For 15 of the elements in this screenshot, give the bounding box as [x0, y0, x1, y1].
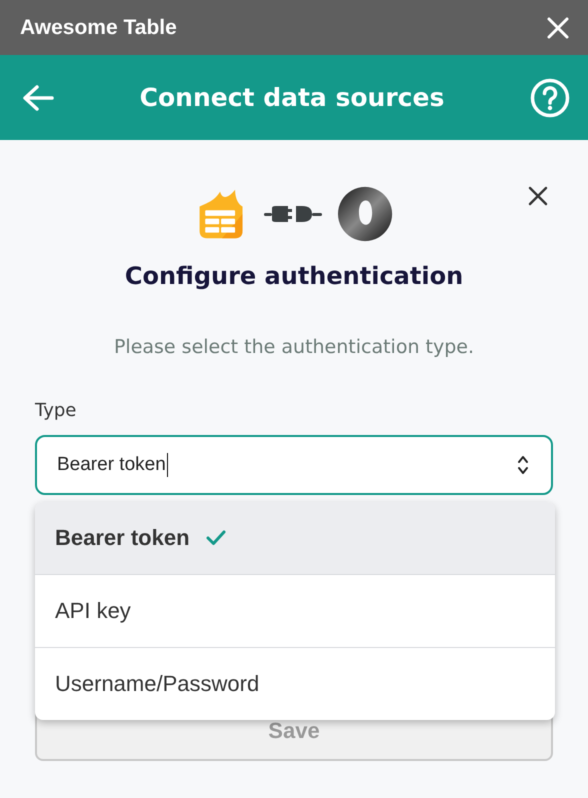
header-title: Connect data sources: [140, 83, 444, 112]
ring-logo-icon: [336, 185, 394, 243]
close-icon[interactable]: [528, 186, 548, 206]
dropdown-option[interactable]: API key: [35, 574, 555, 647]
select-field[interactable]: Bearer token: [35, 435, 553, 495]
window-title: Awesome Table: [20, 16, 177, 40]
dropdown-option[interactable]: Bearer token: [35, 502, 555, 574]
help-icon[interactable]: [530, 78, 570, 118]
dialog-title: Configure authentication: [124, 262, 464, 290]
field-label: Type: [35, 400, 78, 421]
plug-icon: [264, 203, 322, 225]
chevron-up-down-icon: [517, 454, 529, 476]
checkmark-icon: [206, 530, 226, 546]
instruction-text: Please select the authentication type.: [112, 336, 476, 358]
back-arrow-icon[interactable]: [22, 84, 54, 112]
